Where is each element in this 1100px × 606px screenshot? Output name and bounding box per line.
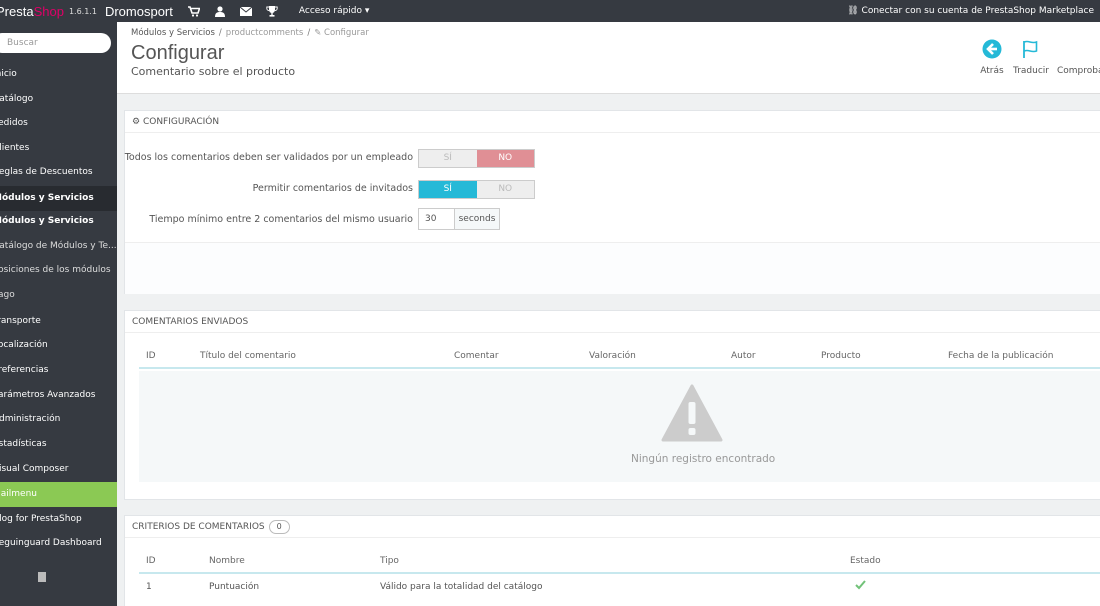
- sidebar-item-parametros[interactable]: Parámetros Avanzados: [0, 383, 117, 408]
- criteria-panel: CRITERIOS DE COMENTARIOS 0 ID Nombre Tipo…: [124, 515, 1100, 606]
- sidebar-subitem-pago[interactable]: Pago: [0, 283, 117, 308]
- criteria-id: 1: [146, 582, 152, 592]
- checkmark-icon[interactable]: [855, 580, 866, 593]
- criteria-name: Puntuación: [209, 582, 260, 592]
- column-header[interactable]: Tipo: [380, 556, 399, 566]
- sidebar-search-input[interactable]: Buscar: [0, 33, 111, 53]
- sidebar-item-estadisticas[interactable]: Estadísticas: [0, 432, 117, 457]
- sent-comments-heading: COMENTARIOS ENVIADOS: [125, 311, 1100, 333]
- warning-icon: [661, 384, 723, 442]
- column-header[interactable]: Comentar: [454, 351, 499, 361]
- marketplace-link[interactable]: ⛓ Conectar con su cuenta de PrestaShop M…: [847, 6, 1094, 16]
- seconds-addon: seconds: [454, 209, 499, 229]
- top-bar: PrestaShop 1.6.1.1 Dromosport Acceso ráp…: [0, 0, 1100, 22]
- sidebar-item-localizacion[interactable]: Localización: [0, 333, 117, 358]
- back-button[interactable]: Atrás: [977, 38, 1007, 76]
- shop-name-link[interactable]: Dromosport: [105, 4, 173, 19]
- sidebar-subitem-posiciones[interactable]: Posiciones de los módulos: [0, 258, 117, 283]
- form-row-min-time: Tiempo mínimo entre 2 comentarios del mi…: [125, 208, 1100, 230]
- empty-state: Ningún registro encontrado: [139, 371, 1100, 482]
- sidebar-item-dashboard[interactable]: Seguinguard Dashboard: [0, 531, 117, 556]
- breadcrumb-item: Configurar: [324, 28, 369, 38]
- sidebar-item-blog[interactable]: Blog for PrestaShop: [0, 507, 117, 532]
- trophy-icon[interactable]: [265, 5, 279, 17]
- wrench-icon: ✎: [314, 28, 322, 38]
- comments-table-header: ID Título del comentario Comentar Valora…: [139, 344, 1100, 369]
- min-time-input[interactable]: 30: [419, 209, 454, 229]
- column-header[interactable]: Fecha de la publicación: [948, 351, 1054, 361]
- sidebar-item-mailmenu[interactable]: Mailmenu: [0, 482, 117, 507]
- version-label: 1.6.1.1: [68, 6, 97, 16]
- sidebar-item-visual-composer[interactable]: Visual Composer: [0, 457, 117, 482]
- breadcrumb: Módulos y Servicios / productcomments / ✎ Co…: [131, 28, 369, 38]
- switch-yes-option[interactable]: SÍ: [419, 150, 477, 167]
- sidebar: Buscar Inicio Catálogo Pedidos Clientes …: [0, 22, 117, 606]
- form-row-validation: Todos los comentarios deben ser validado…: [125, 148, 1100, 168]
- sidebar-item-transporte[interactable]: Transporte: [0, 309, 117, 334]
- prestashop-logo[interactable]: PrestaShop: [0, 4, 64, 19]
- config-panel-heading: ⚙ CONFIGURACIÓN: [125, 111, 1100, 133]
- page-subtitle: Comentario sobre el producto: [131, 65, 296, 78]
- page-title: Configurar: [131, 42, 225, 64]
- validation-label: Todos los comentarios deben ser validado…: [124, 152, 413, 163]
- sidebar-item-inicio[interactable]: Inicio: [0, 62, 117, 87]
- page-header: Módulos y Servicios / productcomments / ✎ Co…: [117, 22, 1100, 94]
- quick-access-menu[interactable]: Acceso rápido ▾: [299, 6, 370, 16]
- breadcrumb-item[interactable]: Módulos y Servicios: [131, 28, 215, 38]
- column-header[interactable]: Producto: [821, 351, 861, 361]
- sidebar-item-catalogo[interactable]: Catálogo: [0, 87, 117, 112]
- min-time-input-group: 30 seconds: [418, 208, 500, 230]
- guest-comments-label: Permitir comentarios de invitados: [252, 183, 413, 194]
- panel-footer: [125, 242, 1100, 294]
- guest-comments-switch[interactable]: SÍ NO: [418, 179, 535, 199]
- table-row[interactable]: 1 Puntuación Válido para la totalidad de…: [139, 575, 1100, 599]
- cogs-icon: ⚙: [132, 117, 141, 127]
- config-panel: ⚙ CONFIGURACIÓN Todos los comentarios de…: [124, 110, 1100, 294]
- column-header[interactable]: Valoración: [589, 351, 636, 361]
- column-header[interactable]: Nombre: [209, 556, 245, 566]
- collapse-sidebar-icon[interactable]: [38, 572, 46, 582]
- sidebar-item-preferencias[interactable]: Preferencias: [0, 358, 117, 383]
- column-header[interactable]: ID: [146, 556, 156, 566]
- switch-no-option[interactable]: NO: [476, 149, 534, 167]
- switch-yes-option[interactable]: SÍ: [419, 180, 477, 198]
- back-arrow-icon: [977, 38, 1007, 60]
- check-button[interactable]: Comproba: [1057, 38, 1100, 76]
- column-header[interactable]: Autor: [731, 351, 756, 361]
- criteria-heading: CRITERIOS DE COMENTARIOS 0: [125, 516, 1100, 538]
- criteria-table-header: ID Nombre Tipo Estado: [139, 549, 1100, 574]
- sidebar-subitem-catalogo-modulos[interactable]: Catálogo de Módulos y Te...: [0, 234, 117, 259]
- marketplace-icon: ⛓: [847, 6, 859, 16]
- flag-icon: [1012, 38, 1050, 60]
- column-header[interactable]: Estado: [850, 556, 881, 566]
- criteria-type: Válido para la totalidad del catálogo: [380, 582, 543, 592]
- switch-no-option[interactable]: NO: [477, 181, 535, 198]
- translate-button[interactable]: Traducir: [1012, 38, 1050, 76]
- sidebar-item-administracion[interactable]: Administración: [0, 407, 117, 432]
- form-row-guests: Permitir comentarios de invitados SÍ NO: [125, 179, 1100, 199]
- mail-icon[interactable]: [239, 5, 253, 17]
- sent-comments-panel: COMENTARIOS ENVIADOS ID Título del comen…: [124, 310, 1100, 500]
- caret-down-icon: ▾: [364, 6, 370, 16]
- cart-icon[interactable]: [187, 5, 201, 17]
- user-icon[interactable]: [213, 5, 227, 17]
- criteria-count-badge: 0: [268, 519, 290, 534]
- empty-state-text: Ningún registro encontrado: [631, 453, 776, 465]
- column-header[interactable]: Título del comentario: [200, 351, 296, 361]
- min-time-label: Tiempo mínimo entre 2 comentarios del mi…: [149, 214, 413, 225]
- sidebar-item-pedidos[interactable]: Pedidos: [0, 111, 117, 136]
- column-header[interactable]: ID: [146, 351, 156, 361]
- validation-switch[interactable]: SÍ NO: [418, 148, 535, 168]
- breadcrumb-item[interactable]: productcomments: [226, 28, 304, 38]
